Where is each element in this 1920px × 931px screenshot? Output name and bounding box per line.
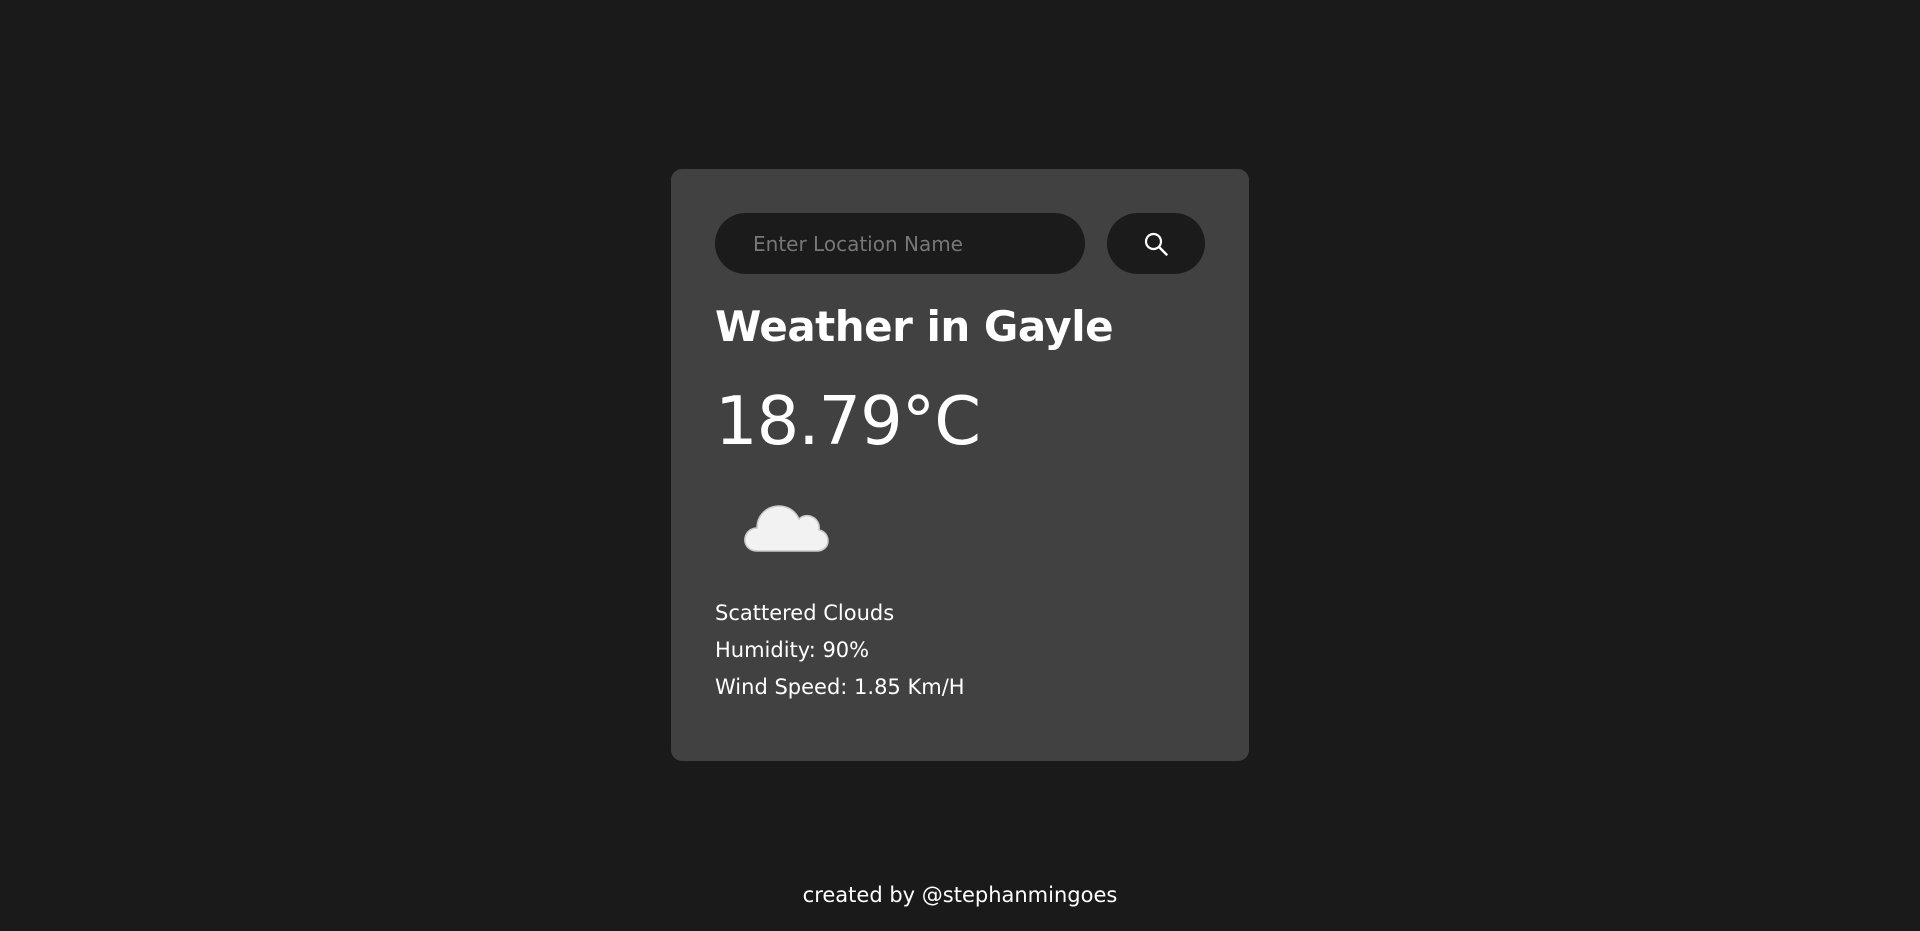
- location-search-input[interactable]: [715, 213, 1086, 274]
- search-bar: [715, 213, 1205, 274]
- location-title: Weather in Gayle: [715, 302, 1114, 351]
- weather-description: Scattered Clouds: [715, 601, 895, 626]
- search-button[interactable]: [1107, 213, 1205, 274]
- weather-card: Weather in Gayle 18.79°C Scattered Cloud…: [671, 169, 1249, 761]
- search-icon: [1143, 231, 1169, 257]
- page: Weather in Gayle 18.79°C Scattered Cloud…: [0, 0, 1920, 931]
- temperature: 18.79°C: [715, 382, 981, 461]
- cloud-icon: [743, 497, 829, 553]
- wind-speed-text: Wind Speed: 1.85 Km/H: [715, 675, 965, 700]
- footer-credit: created by @stephanmingoes: [802, 883, 1118, 907]
- humidity-text: Humidity: 90%: [715, 638, 870, 663]
